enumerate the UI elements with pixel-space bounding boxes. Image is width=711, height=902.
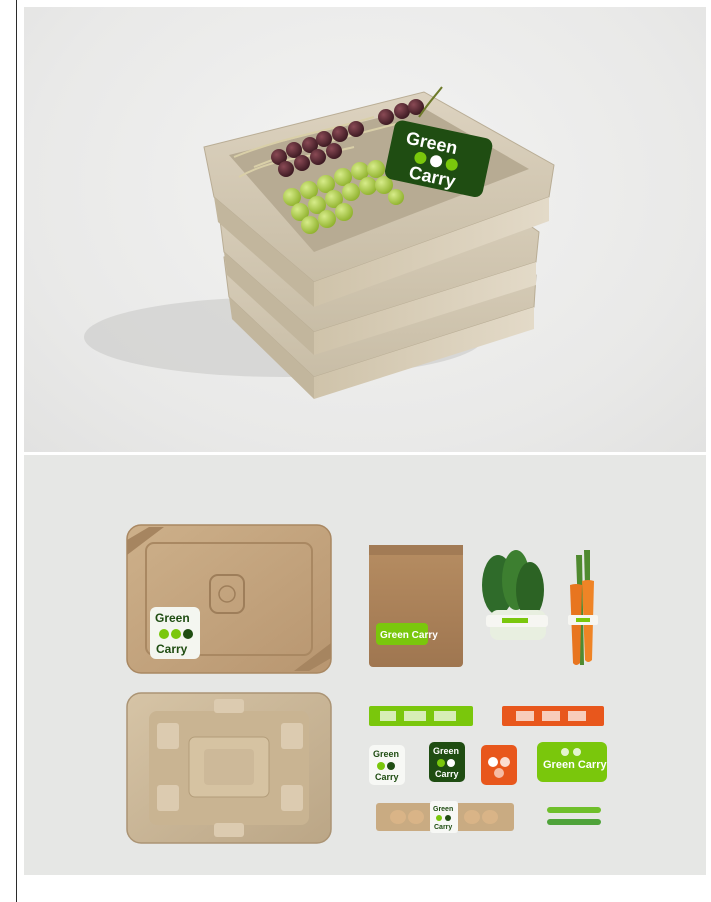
stacked-trays-photo: Green Carry: [24, 7, 706, 452]
lid-sticker-word-carry: Carry: [156, 642, 188, 656]
egg-sticker-word-green: Green: [433, 806, 453, 813]
green-tape-strip: [369, 706, 473, 726]
stacked-trays-illustration: Green Carry: [84, 86, 555, 399]
sticker-white-word-carry: Carry: [375, 772, 399, 782]
bag-label-text: Green Carry: [380, 630, 438, 641]
egg-sticker-word-carry: Carry: [434, 824, 452, 831]
sticker-orange: [481, 745, 517, 785]
sticker-dark-word-green: Green: [433, 746, 459, 756]
sticker-dark-word-carry: Carry: [435, 769, 459, 779]
left-margin-rule: [16, 0, 17, 902]
egg-carton-sleeve: Green Carry: [376, 801, 514, 833]
sticker-white: Green Carry: [369, 745, 405, 785]
green-bands: [547, 807, 601, 825]
pulp-tray-base: [126, 692, 332, 844]
flat-lay-illustration: Green Carry Green Carry Green Carry Gree…: [126, 524, 607, 844]
lid-sticker: Green Carry: [150, 607, 200, 659]
flat-lay-photo: Green Carry Green Carry Green Carry Gree…: [24, 455, 706, 875]
orange-tape-strip: [502, 706, 604, 726]
egg-sticker: Green Carry: [430, 801, 458, 833]
sticker-lime-wide: Green Carry: [537, 742, 607, 782]
bok-choy: [482, 550, 548, 640]
carrots: [568, 550, 598, 665]
sticker-dark: Green Carry: [429, 742, 465, 782]
lid-sticker-word-green: Green: [155, 611, 190, 625]
sticker-white-word-green: Green: [373, 749, 399, 759]
sticker-lime-wordmark: Green Carry: [543, 759, 607, 771]
kraft-bag: Green Carry: [369, 545, 463, 667]
